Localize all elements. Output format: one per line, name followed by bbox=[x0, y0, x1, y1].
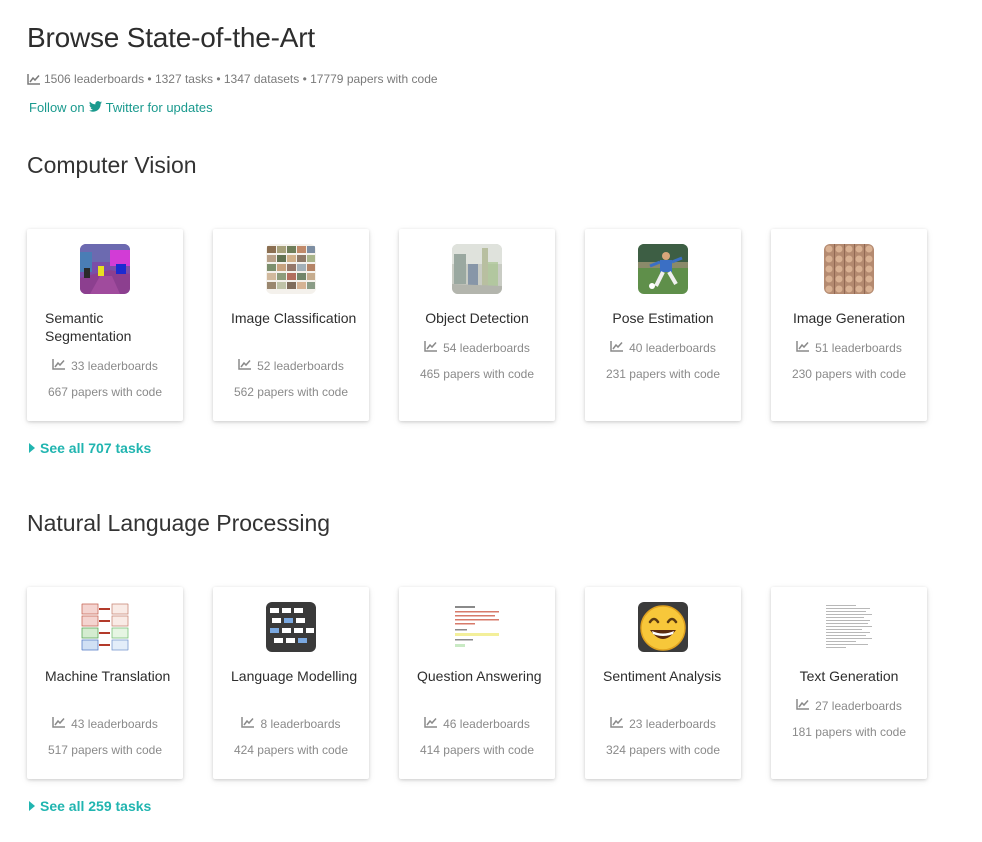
token-blocks-thumbnail bbox=[266, 602, 316, 652]
caret-right-icon bbox=[29, 440, 35, 456]
leaderboards-count: 51 leaderboards bbox=[815, 341, 902, 355]
card-title: Text Generation bbox=[799, 668, 899, 684]
card-title: Pose Estimation bbox=[612, 310, 714, 326]
chart-icon bbox=[424, 341, 438, 355]
see-all-label: See all 707 tasks bbox=[40, 440, 152, 456]
leaderboards-count: 40 leaderboards bbox=[629, 341, 716, 355]
papers-count: 562 papers with code bbox=[233, 385, 349, 399]
twitter-link-text: Twitter for updates bbox=[105, 100, 213, 115]
leaderboards-count: 52 leaderboards bbox=[257, 359, 344, 373]
papers-count: 414 papers with code bbox=[419, 743, 535, 757]
papers-count: 667 papers with code bbox=[47, 385, 163, 399]
leaderboards-count: 43 leaderboards bbox=[71, 717, 158, 731]
chart-icon bbox=[52, 717, 66, 731]
leaderboards-count: 8 leaderboards bbox=[260, 717, 341, 731]
papers-count: 231 papers with code bbox=[605, 367, 721, 381]
soccer-player-thumbnail bbox=[638, 244, 688, 294]
task-card-image-classification[interactable]: Image Classification 52 leaderboards 562… bbox=[213, 229, 369, 421]
card-leaderboards: 27 leaderboards bbox=[771, 699, 927, 713]
card-title: Machine Translation bbox=[45, 668, 171, 684]
papers-count: 424 papers with code bbox=[233, 743, 349, 757]
task-card-image-generation[interactable]: Image Generation 51 leaderboards 230 pap… bbox=[771, 229, 927, 421]
task-card-machine-translation[interactable]: Machine Translation 43 leaderboards 517 … bbox=[27, 587, 183, 779]
chart-icon bbox=[796, 341, 810, 355]
chart-icon bbox=[796, 699, 810, 713]
see-all-label: See all 259 tasks bbox=[40, 798, 152, 814]
twitter-follow-link[interactable]: Follow on Twitter for updates bbox=[29, 100, 213, 115]
chart-icon bbox=[610, 717, 624, 731]
chart-icon bbox=[52, 359, 66, 373]
qa-document-thumbnail bbox=[452, 602, 502, 652]
chart-icon bbox=[27, 73, 40, 85]
task-card-sentiment-analysis[interactable]: Sentiment Analysis 23 leaderboards 324 p… bbox=[585, 587, 741, 779]
papers-count: 324 papers with code bbox=[605, 743, 721, 757]
stats-text: 1506 leaderboards • 1327 tasks • 1347 da… bbox=[44, 72, 438, 86]
twitter-icon bbox=[88, 100, 102, 115]
see-all-nlp-tasks-link[interactable]: See all 259 tasks bbox=[29, 798, 151, 814]
task-card-question-answering[interactable]: Question Answering 46 leaderboards 414 p… bbox=[399, 587, 555, 779]
card-title: Image Classification bbox=[231, 310, 357, 326]
chart-icon bbox=[241, 717, 255, 731]
card-title: Semantic Segmentation bbox=[45, 310, 132, 344]
caret-right-icon bbox=[29, 798, 35, 814]
card-leaderboards: 52 leaderboards bbox=[213, 359, 369, 373]
task-cards-computer-vision: Semantic Segmentation 33 leaderboards 66… bbox=[27, 229, 927, 421]
task-cards-nlp: Machine Translation 43 leaderboards 517 … bbox=[27, 587, 927, 779]
leaderboards-count: 46 leaderboards bbox=[443, 717, 530, 731]
page-title: Browse State-of-the-Art bbox=[27, 22, 315, 53]
leaderboards-count: 54 leaderboards bbox=[443, 341, 530, 355]
leaderboards-count: 33 leaderboards bbox=[71, 359, 158, 373]
task-card-pose-estimation[interactable]: Pose Estimation 40 leaderboards 231 pape… bbox=[585, 229, 741, 421]
papers-count: 465 papers with code bbox=[419, 367, 535, 381]
image-grid-thumbnail bbox=[266, 244, 316, 294]
task-card-object-detection[interactable]: Object Detection 54 leaderboards 465 pap… bbox=[399, 229, 555, 421]
papers-count: 230 papers with code bbox=[791, 367, 907, 381]
chart-icon bbox=[424, 717, 438, 731]
chart-icon bbox=[610, 341, 624, 355]
task-card-semantic-segmentation[interactable]: Semantic Segmentation 33 leaderboards 66… bbox=[27, 229, 183, 421]
leaderboards-count: 23 leaderboards bbox=[629, 717, 716, 731]
leaderboards-count: 27 leaderboards bbox=[815, 699, 902, 713]
card-leaderboards: 33 leaderboards bbox=[27, 359, 183, 373]
card-title: Language Modelling bbox=[231, 668, 358, 684]
street-scene-thumbnail bbox=[452, 244, 502, 294]
see-all-cv-tasks-link[interactable]: See all 707 tasks bbox=[29, 440, 151, 456]
card-leaderboards: 40 leaderboards bbox=[585, 341, 741, 355]
papers-count: 181 papers with code bbox=[791, 725, 907, 739]
section-title-computer-vision: Computer Vision bbox=[27, 152, 197, 178]
card-leaderboards: 8 leaderboards bbox=[213, 717, 369, 731]
card-title: Question Answering bbox=[417, 668, 542, 684]
task-card-language-modelling[interactable]: Language Modelling 8 leaderboards 424 pa… bbox=[213, 587, 369, 779]
smiley-face-thumbnail bbox=[638, 602, 688, 652]
card-title: Sentiment Analysis bbox=[603, 668, 722, 684]
card-leaderboards: 46 leaderboards bbox=[399, 717, 555, 731]
card-leaderboards: 43 leaderboards bbox=[27, 717, 183, 731]
card-leaderboards: 51 leaderboards bbox=[771, 341, 927, 355]
translation-diagram-thumbnail bbox=[80, 602, 130, 652]
task-card-text-generation[interactable]: Text Generation 27 leaderboards 181 pape… bbox=[771, 587, 927, 779]
card-title: Image Generation bbox=[792, 310, 906, 326]
segmentation-thumbnail bbox=[80, 244, 130, 294]
follow-prefix: Follow on bbox=[29, 100, 85, 115]
section-title-nlp: Natural Language Processing bbox=[27, 510, 331, 536]
card-leaderboards: 23 leaderboards bbox=[585, 717, 741, 731]
text-document-thumbnail bbox=[824, 602, 874, 652]
chart-icon bbox=[238, 359, 252, 373]
card-leaderboards: 54 leaderboards bbox=[399, 341, 555, 355]
card-title: Object Detection bbox=[425, 310, 529, 326]
site-stats: 1506 leaderboards • 1327 tasks • 1347 da… bbox=[27, 72, 438, 86]
papers-count: 517 papers with code bbox=[47, 743, 163, 757]
faces-grid-thumbnail bbox=[824, 244, 874, 294]
